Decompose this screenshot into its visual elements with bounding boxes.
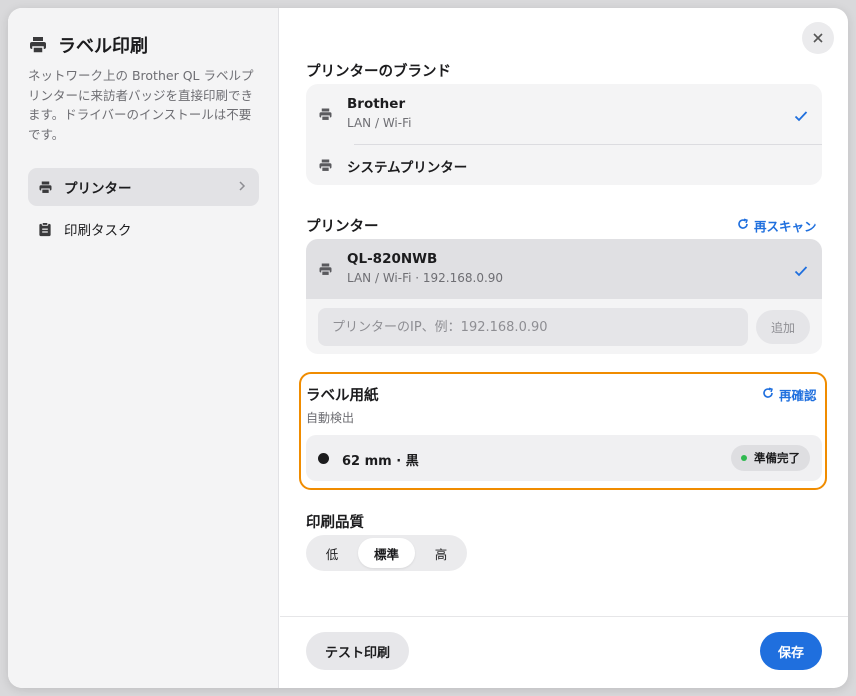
quality-section-label: 印刷品質 (306, 515, 364, 531)
paper-size-value: 62 mm · 黒 (342, 454, 419, 469)
paper-section-label: ラベル用紙 (306, 388, 379, 404)
printer-icon (28, 35, 48, 55)
recheck-link[interactable]: 再確認 (762, 385, 817, 404)
status-badge-text: 準備完了 (754, 451, 800, 465)
brand-option-brother[interactable]: Brother LAN / Wi-Fi (306, 84, 822, 144)
printer-icon (318, 157, 334, 173)
sidebar-title-text: ラベル印刷 (58, 36, 148, 57)
rescan-label: 再スキャン (754, 219, 817, 234)
close-button[interactable] (802, 22, 834, 54)
refresh-icon (737, 218, 749, 233)
sidebar-item-print-tasks[interactable]: 印刷タスク (28, 210, 259, 248)
printer-icon (38, 179, 54, 195)
label-print-dialog: ラベル印刷 ネットワーク上の Brother QL ラベルプリンターに来訪者バッ… (8, 8, 848, 688)
refresh-icon (762, 387, 774, 402)
label-paper-section: ラベル用紙 再確認 自動検出 62 mm · 黒 準備完了 (299, 372, 827, 490)
printer-card: QL-820NWB LAN / Wi-Fi · 192.168.0.90 追加 (306, 239, 822, 354)
quality-option-low[interactable]: 低 (310, 538, 354, 568)
test-print-button[interactable]: テスト印刷 (306, 632, 409, 670)
printer-ip-input[interactable] (318, 308, 748, 346)
sidebar: ラベル印刷 ネットワーク上の Brother QL ラベルプリンターに来訪者バッ… (8, 8, 279, 688)
printer-device-row[interactable]: QL-820NWB LAN / Wi-Fi · 192.168.0.90 (306, 239, 822, 299)
save-button[interactable]: 保存 (760, 632, 822, 670)
sidebar-item-label: 印刷タスク (64, 223, 132, 239)
checkmark-icon (794, 107, 808, 126)
add-printer-button[interactable]: 追加 (756, 310, 810, 344)
sidebar-description: ネットワーク上の Brother QL ラベルプリンターに来訪者バッジを直接印刷… (28, 68, 254, 142)
footer-divider (280, 616, 848, 617)
brand-option-title: Brother (347, 96, 406, 112)
brand-options-card: Brother LAN / Wi-Fi システムプリンター (306, 84, 822, 185)
printer-icon (318, 106, 334, 122)
auto-detect-label: 自動検出 (306, 411, 355, 425)
checkmark-icon (794, 262, 808, 281)
sidebar-item-label: プリンター (64, 181, 132, 197)
rescan-link[interactable]: 再スキャン (737, 216, 817, 235)
sidebar-title: ラベル印刷 (28, 32, 148, 58)
paper-color-swatch (318, 453, 329, 464)
printer-device-name: QL-820NWB (347, 251, 438, 267)
brand-option-title: システムプリンター (347, 160, 468, 176)
sidebar-item-printer[interactable]: プリンター (28, 168, 259, 206)
paper-status-row: 62 mm · 黒 準備完了 (306, 435, 822, 481)
quality-option-high[interactable]: 高 (419, 538, 463, 568)
brand-option-subtitle: LAN / Wi-Fi (347, 116, 412, 130)
quality-option-standard[interactable]: 標準 (358, 538, 415, 568)
printer-section-label: プリンター (306, 219, 379, 235)
clipboard-icon (38, 221, 54, 237)
status-badge: 準備完了 (731, 445, 810, 471)
recheck-label: 再確認 (779, 388, 817, 403)
brand-option-system-printer[interactable]: システムプリンター (306, 145, 822, 185)
printer-device-address: LAN / Wi-Fi · 192.168.0.90 (347, 271, 504, 285)
main-panel: プリンターのブランド Brother LAN / Wi-Fi システムプリンター (280, 8, 848, 688)
close-icon (812, 29, 824, 48)
status-dot (741, 455, 747, 461)
brand-section-label: プリンターのブランド (306, 64, 451, 80)
chevron-right-icon (237, 179, 247, 197)
printer-icon (318, 261, 334, 277)
quality-segmented-control: 低 標準 高 (306, 535, 467, 571)
